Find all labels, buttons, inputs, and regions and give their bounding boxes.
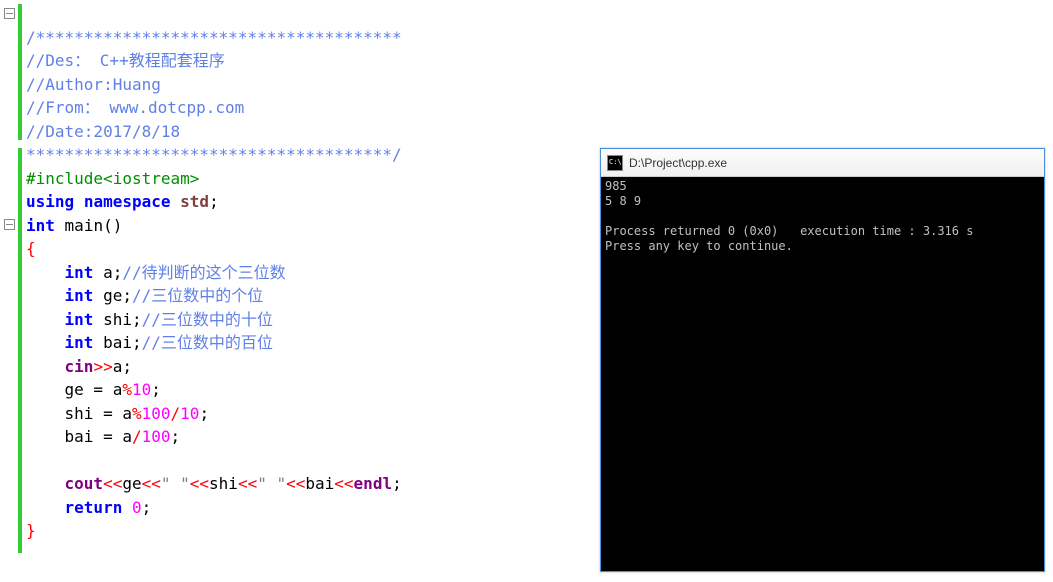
semicolon: ; [171, 427, 181, 446]
cout: cout [65, 474, 104, 493]
literal-10: 10 [180, 404, 199, 423]
preproc-include: #include [26, 169, 103, 188]
semicolon: ; [132, 310, 142, 329]
comment-line: //Des： C++教程配套程序 [26, 51, 225, 70]
semicolon: ; [132, 333, 142, 352]
inline-comment: //三位数中的百位 [142, 333, 273, 352]
kw-int: int [65, 333, 94, 352]
console-titlebar[interactable]: D:\Project\cpp.exe [601, 149, 1044, 177]
code-editor[interactable]: /************************************** … [0, 0, 600, 582]
var-a: a [113, 380, 123, 399]
var-bai: bai [65, 427, 94, 446]
include-target: <iostream> [103, 169, 199, 188]
semicolon: ; [392, 474, 402, 493]
literal-0: 0 [132, 498, 142, 517]
kw-int: int [65, 286, 94, 305]
literal-10: 10 [132, 380, 151, 399]
op-mod: % [132, 404, 142, 423]
op-mod: % [122, 380, 132, 399]
op-insert: << [103, 474, 122, 493]
semicolon: ; [209, 192, 219, 211]
var-a: a [113, 357, 123, 376]
scope-marker [18, 4, 22, 140]
comment-line: //From： www.dotcpp.com [26, 98, 244, 117]
string-space: " " [161, 474, 190, 493]
var-a: a [103, 263, 113, 282]
comment-line: //Author:Huang [26, 75, 161, 94]
kw-namespace: namespace [84, 192, 171, 211]
var-bai: bai [103, 333, 132, 352]
var-shi: shi [65, 404, 94, 423]
literal-100: 100 [142, 427, 171, 446]
kw-using: using [26, 192, 74, 211]
brace-close: } [26, 521, 36, 540]
console-output[interactable]: 985 5 8 9 Process returned 0 (0x0) execu… [601, 177, 1044, 571]
code-area[interactable]: /************************************** … [26, 0, 600, 582]
kw-return: return [65, 498, 123, 517]
console-window[interactable]: D:\Project\cpp.exe 985 5 8 9 Process ret… [600, 148, 1045, 572]
semicolon: ; [151, 380, 161, 399]
fold-toggle-icon[interactable] [4, 8, 15, 19]
op-insert: << [238, 474, 257, 493]
kw-int: int [65, 263, 94, 282]
op-assign: = [93, 404, 122, 423]
fold-toggle-icon[interactable] [4, 219, 15, 230]
op-insert: << [286, 474, 305, 493]
string-space: " " [257, 474, 286, 493]
console-icon [607, 155, 623, 171]
var-shi: shi [103, 310, 132, 329]
op-assign: = [93, 427, 122, 446]
op-insert: << [334, 474, 353, 493]
func-main: main [65, 216, 104, 235]
var-bai: bai [305, 474, 334, 493]
op-assign: = [84, 380, 113, 399]
std-ident: std [180, 192, 209, 211]
var-shi: shi [209, 474, 238, 493]
inline-comment: //三位数中的十位 [142, 310, 273, 329]
op-div: / [132, 427, 142, 446]
op-extract: >> [93, 357, 112, 376]
brace-open: { [26, 239, 36, 258]
endl: endl [354, 474, 393, 493]
var-ge: ge [103, 286, 122, 305]
parens: () [103, 216, 122, 235]
semicolon: ; [142, 498, 152, 517]
var-ge: ge [65, 380, 84, 399]
var-ge: ge [122, 474, 141, 493]
literal-100: 100 [142, 404, 171, 423]
kw-int: int [26, 216, 55, 235]
comment-line: **************************************/ [26, 145, 402, 164]
scope-marker [18, 148, 22, 553]
semicolon: ; [122, 357, 132, 376]
var-a: a [122, 427, 132, 446]
fold-gutter [0, 0, 26, 582]
semicolon: ; [113, 263, 123, 282]
console-title: D:\Project\cpp.exe [629, 156, 727, 170]
inline-comment: //待判断的这个三位数 [122, 263, 285, 282]
op-insert: << [142, 474, 161, 493]
semicolon: ; [122, 286, 132, 305]
cin: cin [65, 357, 94, 376]
semicolon: ; [199, 404, 209, 423]
op-div: / [171, 404, 181, 423]
op-insert: << [190, 474, 209, 493]
comment-line: /************************************** [26, 28, 402, 47]
kw-int: int [65, 310, 94, 329]
var-a: a [122, 404, 132, 423]
comment-line: //Date:2017/8/18 [26, 122, 180, 141]
inline-comment: //三位数中的个位 [132, 286, 263, 305]
